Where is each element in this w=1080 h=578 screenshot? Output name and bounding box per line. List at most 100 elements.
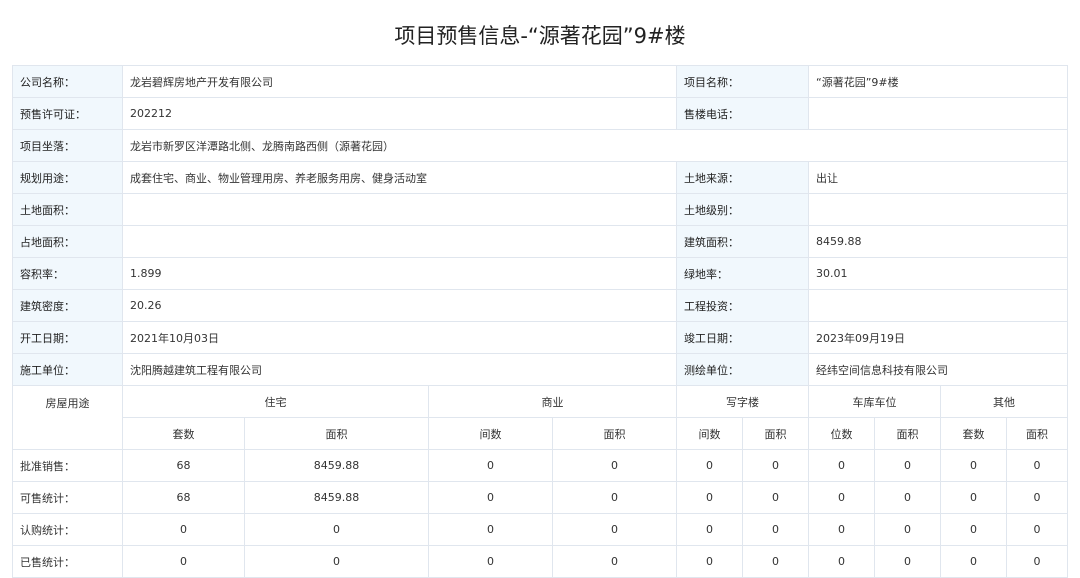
stats-cell: 0 xyxy=(940,481,1007,514)
stats-row-label: 可售统计： xyxy=(12,481,123,514)
planned-usage-label: 规划用途： xyxy=(12,161,123,194)
stats-cell: 0 xyxy=(244,513,429,546)
land-source-label: 土地来源： xyxy=(676,161,809,194)
stats-cell: 0 xyxy=(940,513,1007,546)
stats-row-approved: 批准销售： 68 8459.88 0 0 0 0 0 0 0 0 xyxy=(12,449,1068,482)
page-title: 项目预售信息-“源著花园”9#楼 xyxy=(394,24,686,48)
subheader-parking-spaces: 位数 xyxy=(808,417,875,450)
stats-cell: 0 xyxy=(742,545,809,578)
presale-info-table: 公司名称： 龙岩碧辉房地产开发有限公司 项目名称： “源著花园”9#楼 预售许可… xyxy=(12,65,1068,578)
project-name-label: 项目名称： xyxy=(676,65,809,98)
stats-cell: 0 xyxy=(428,513,553,546)
stats-cell: 0 xyxy=(552,513,677,546)
stats-cell: 0 xyxy=(676,449,743,482)
land-area-value xyxy=(122,193,677,226)
group-header-residential: 住宅 xyxy=(122,385,429,418)
building-area-label: 建筑面积： xyxy=(676,225,809,258)
stats-cell: 0 xyxy=(874,449,941,482)
row-occupied-area: 占地面积： 建筑面积： 8459.88 xyxy=(12,225,1068,258)
builder-value: 沈阳腾越建筑工程有限公司 xyxy=(122,353,677,386)
building-density-label: 建筑密度： xyxy=(12,289,123,322)
builder-label: 施工单位： xyxy=(12,353,123,386)
stats-row-sold: 已售统计： 0 0 0 0 0 0 0 0 0 0 xyxy=(12,545,1068,578)
subheader-office-area: 面积 xyxy=(742,417,809,450)
stats-cell: 0 xyxy=(1006,513,1068,546)
row-company: 公司名称： 龙岩碧辉房地产开发有限公司 项目名称： “源著花园”9#楼 xyxy=(12,65,1068,98)
stats-cell: 0 xyxy=(874,513,941,546)
surveyor-label: 测绘单位： xyxy=(676,353,809,386)
investment-value xyxy=(808,289,1068,322)
stats-cell: 0 xyxy=(552,449,677,482)
sales-phone-value xyxy=(808,97,1068,130)
land-grade-label: 土地级别： xyxy=(676,193,809,226)
stats-row-label: 认购统计： xyxy=(12,513,123,546)
completion-date-label: 竣工日期： xyxy=(676,321,809,354)
stats-cell: 0 xyxy=(676,513,743,546)
location-value: 龙岩市新罗区洋潭路北侧、龙腾南路西侧（源著花园） xyxy=(122,129,1068,162)
stats-cell: 0 xyxy=(808,545,875,578)
row-land-area: 土地面积： 土地级别： xyxy=(12,193,1068,226)
sales-phone-label: 售楼电话： xyxy=(676,97,809,130)
row-permit: 预售许可证： 202212 售楼电话： xyxy=(12,97,1068,130)
row-location: 项目坐落： 龙岩市新罗区洋潭路北侧、龙腾南路西侧（源著花园） xyxy=(12,129,1068,162)
stats-cell: 0 xyxy=(808,481,875,514)
subheader-commercial-area: 面积 xyxy=(552,417,677,450)
stats-cell: 0 xyxy=(874,545,941,578)
group-header-commercial: 商业 xyxy=(428,385,677,418)
planned-usage-value: 成套住宅、商业、物业管理用房、养老服务用房、健身活动室 xyxy=(122,161,677,194)
stats-cell: 0 xyxy=(552,481,677,514)
permit-value: 202212 xyxy=(122,97,677,130)
stats-cell: 0 xyxy=(874,481,941,514)
row-usage: 规划用途： 成套住宅、商业、物业管理用房、养老服务用房、健身活动室 土地来源： … xyxy=(12,161,1068,194)
stats-cell: 0 xyxy=(1006,449,1068,482)
usage-header: 房屋用途 xyxy=(12,385,123,450)
stats-row-label: 已售统计： xyxy=(12,545,123,578)
stats-cell: 8459.88 xyxy=(244,449,429,482)
subheader-other-units: 套数 xyxy=(940,417,1007,450)
permit-label: 预售许可证： xyxy=(12,97,123,130)
stats-cell: 0 xyxy=(1006,481,1068,514)
stats-cell: 0 xyxy=(940,545,1007,578)
stats-cell: 0 xyxy=(676,481,743,514)
stats-cell: 0 xyxy=(428,545,553,578)
occupied-area-label: 占地面积： xyxy=(12,225,123,258)
green-ratio-label: 绿地率： xyxy=(676,257,809,290)
stats-cell: 0 xyxy=(742,449,809,482)
subheader-residential-area: 面积 xyxy=(244,417,429,450)
stats-row-label: 批准销售： xyxy=(12,449,123,482)
presale-info-page: 项目预售信息-“源著花园”9#楼 公司名称： 龙岩碧辉房地产开发有限公司 项目名… xyxy=(0,0,1080,578)
subheader-residential-units: 套数 xyxy=(122,417,245,450)
land-grade-value xyxy=(808,193,1068,226)
green-ratio-value: 30.01 xyxy=(808,257,1068,290)
row-plot-ratio: 容积率： 1.899 绿地率： 30.01 xyxy=(12,257,1068,290)
completion-date-value: 2023年09月19日 xyxy=(808,321,1068,354)
project-name-value: “源著花园”9#楼 xyxy=(808,65,1068,98)
stats-cell: 68 xyxy=(122,449,245,482)
stats-cell: 0 xyxy=(122,513,245,546)
plot-ratio-value: 1.899 xyxy=(122,257,677,290)
company-label: 公司名称： xyxy=(12,65,123,98)
occupied-area-value xyxy=(122,225,677,258)
plot-ratio-label: 容积率： xyxy=(12,257,123,290)
land-source-value: 出让 xyxy=(808,161,1068,194)
row-density: 建筑密度： 20.26 工程投资： xyxy=(12,289,1068,322)
stats-row-subscribed: 认购统计： 0 0 0 0 0 0 0 0 0 0 xyxy=(12,513,1068,546)
stats-cell: 0 xyxy=(122,545,245,578)
investment-label: 工程投资： xyxy=(676,289,809,322)
stats-cell: 0 xyxy=(552,545,677,578)
subheader-other-area: 面积 xyxy=(1006,417,1068,450)
stats-group-header-row: 房屋用途 住宅 商业 写字楼 车库车位 其他 xyxy=(12,385,1068,450)
stats-cell: 68 xyxy=(122,481,245,514)
stats-cell: 0 xyxy=(808,513,875,546)
stats-cell: 0 xyxy=(940,449,1007,482)
stats-cell: 8459.88 xyxy=(244,481,429,514)
stats-cell: 0 xyxy=(1006,545,1068,578)
row-contractors: 施工单位： 沈阳腾越建筑工程有限公司 测绘单位： 经纬空间信息科技有限公司 xyxy=(12,353,1068,386)
row-dates: 开工日期： 2021年10月03日 竣工日期： 2023年09月19日 xyxy=(12,321,1068,354)
group-header-parking: 车库车位 xyxy=(808,385,941,418)
group-header-office: 写字楼 xyxy=(676,385,809,418)
land-area-label: 土地面积： xyxy=(12,193,123,226)
subheader-commercial-rooms: 间数 xyxy=(428,417,553,450)
building-area-value: 8459.88 xyxy=(808,225,1068,258)
start-date-value: 2021年10月03日 xyxy=(122,321,677,354)
